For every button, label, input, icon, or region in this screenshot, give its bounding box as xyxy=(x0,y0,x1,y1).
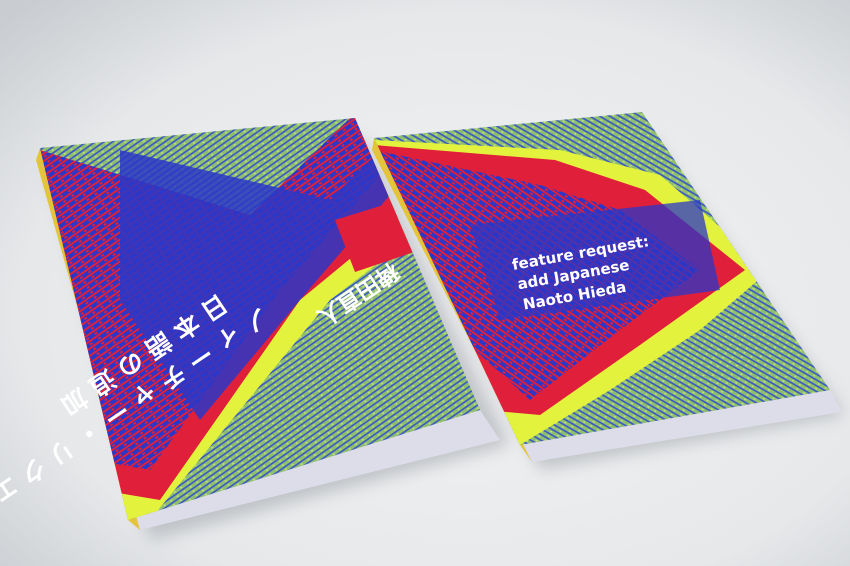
photo-scene: ノ ィ ー チ ャ ー ・ リ ク エ ス ト : 日 本 語 の 追 加 稗田… xyxy=(0,0,850,566)
